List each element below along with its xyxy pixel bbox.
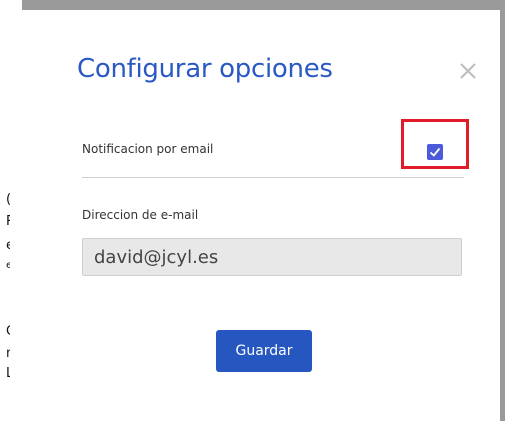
email-field[interactable]	[82, 238, 462, 276]
close-button[interactable]	[457, 60, 479, 82]
email-address-label: Direccion de e-mail	[82, 208, 199, 222]
divider	[82, 177, 464, 178]
save-button[interactable]: Guardar	[216, 330, 312, 372]
checkmark-icon	[429, 147, 441, 157]
notification-email-label: Notificacion por email	[82, 142, 214, 156]
notification-email-checkbox[interactable]	[427, 144, 443, 160]
dialog-title: Configurar opciones	[77, 54, 333, 84]
close-icon	[460, 63, 476, 79]
configure-options-dialog: Configurar opciones Notificacion por ema…	[10, 10, 500, 421]
